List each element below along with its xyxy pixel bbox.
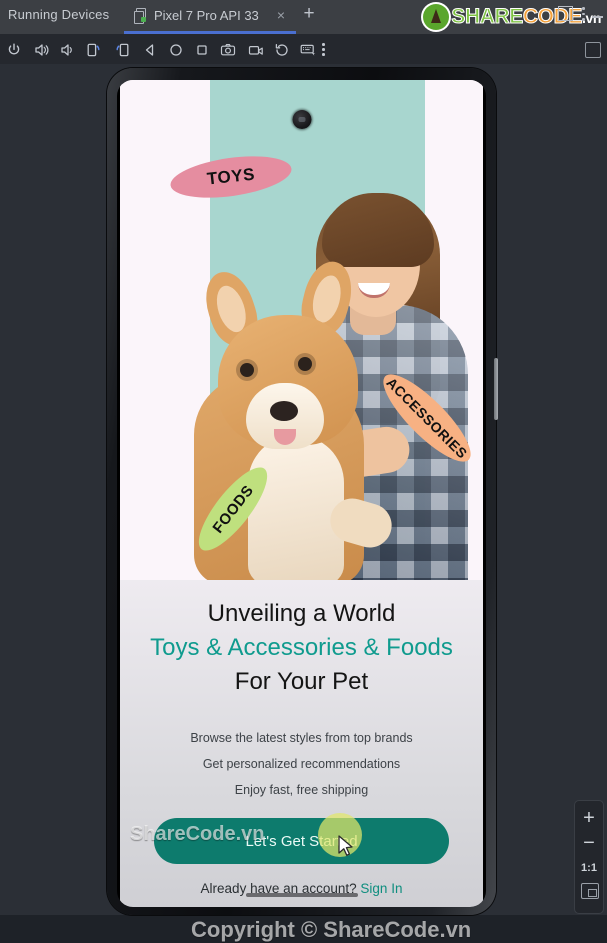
sharecode-logo-mark [423,4,450,30]
device-side-button[interactable] [494,358,498,420]
camera-punch-hole [292,110,311,129]
sign-in-link[interactable]: Sign In [360,881,402,896]
photo-hair-front [322,193,434,267]
fit-screen-icon[interactable] [581,883,599,899]
zoom-controls: + − 1:1 [574,800,604,914]
logo-code-text: CODE [522,5,582,29]
power-button[interactable] [0,34,28,64]
sharecode-logo-text: SHARECODE.vn [451,5,602,29]
photo-dog-eye-left [240,363,254,377]
zoom-out-button[interactable]: − [575,831,603,855]
back-button[interactable] [136,34,164,64]
logo-share-text: SHARE [451,5,524,29]
device-icon [134,8,148,24]
home-button[interactable] [162,34,190,64]
minimize-icon[interactable] [592,16,603,18]
tool-window-titlebar: Running Devices Pixel 7 Pro API 33 × + S… [0,0,607,34]
zoom-in-button[interactable]: + [575,805,603,831]
device-screen[interactable]: TOYS ACCESSORIES FOODS Unveiling a World… [120,80,483,907]
phone-frame: TOYS ACCESSORIES FOODS Unveiling a World… [107,68,498,915]
close-icon[interactable]: × [274,8,288,22]
snapshot-icon[interactable] [585,42,601,58]
android-studio-running-devices-window: Running Devices Pixel 7 Pro API 33 × + S… [0,0,607,942]
volume-up-button[interactable] [28,34,56,64]
headline-line-3: For Your Pet [234,668,369,695]
headline-line-1: Unveiling a World [207,600,396,627]
screen-record-button[interactable] [242,34,270,64]
more-options-icon[interactable] [582,7,585,22]
get-started-button[interactable]: Let's Get Started [154,818,449,864]
phone-bezel: TOYS ACCESSORIES FOODS Unveiling a World… [117,80,486,907]
headline-line-2: Toys & Accessories & Foods [150,634,453,661]
more-actions-button[interactable] [322,43,325,56]
onboarding-hero: TOYS ACCESSORIES FOODS [120,80,483,580]
watermark-bottom: Copyright © ShareCode.vn [191,917,472,942]
new-tab-button[interactable]: + [300,4,318,23]
feature-item: Enjoy fast, free shipping [234,783,369,797]
feature-item: Browse the latest styles from top brands [190,731,413,745]
maximize-icon[interactable] [558,6,573,21]
badge-toys-label: TOYS [206,164,256,189]
feature-list: Browse the latest styles from top brands… [120,725,483,803]
photo-dog-chest [248,435,344,580]
rotate-right-button[interactable] [108,34,136,64]
rotate-history-button[interactable] [268,34,296,64]
feature-item: Get personalized recommendations [202,757,401,771]
overview-button[interactable] [188,34,216,64]
rotate-left-button[interactable] [80,34,108,64]
emulator-canvas[interactable]: TOYS ACCESSORIES FOODS Unveiling a World… [0,64,607,942]
keyboard-icon[interactable] [294,34,322,64]
actual-size-button[interactable]: 1:1 [575,857,603,879]
photo-dog-eye-right [298,357,312,371]
android-home-indicator[interactable] [245,893,358,897]
tab-label: Pixel 7 Pro API 33 [154,8,259,23]
volume-down-button[interactable] [54,34,82,64]
screenshot-button[interactable] [214,34,242,64]
tool-window-title: Running Devices [8,7,110,22]
emulator-toolbar [0,34,607,64]
photo-dog-nose [270,401,298,421]
onboarding-headline: Unveiling a World Toys & Accessories & F… [120,597,483,699]
sharecode-logo: SHARECODE.vn [423,3,601,31]
